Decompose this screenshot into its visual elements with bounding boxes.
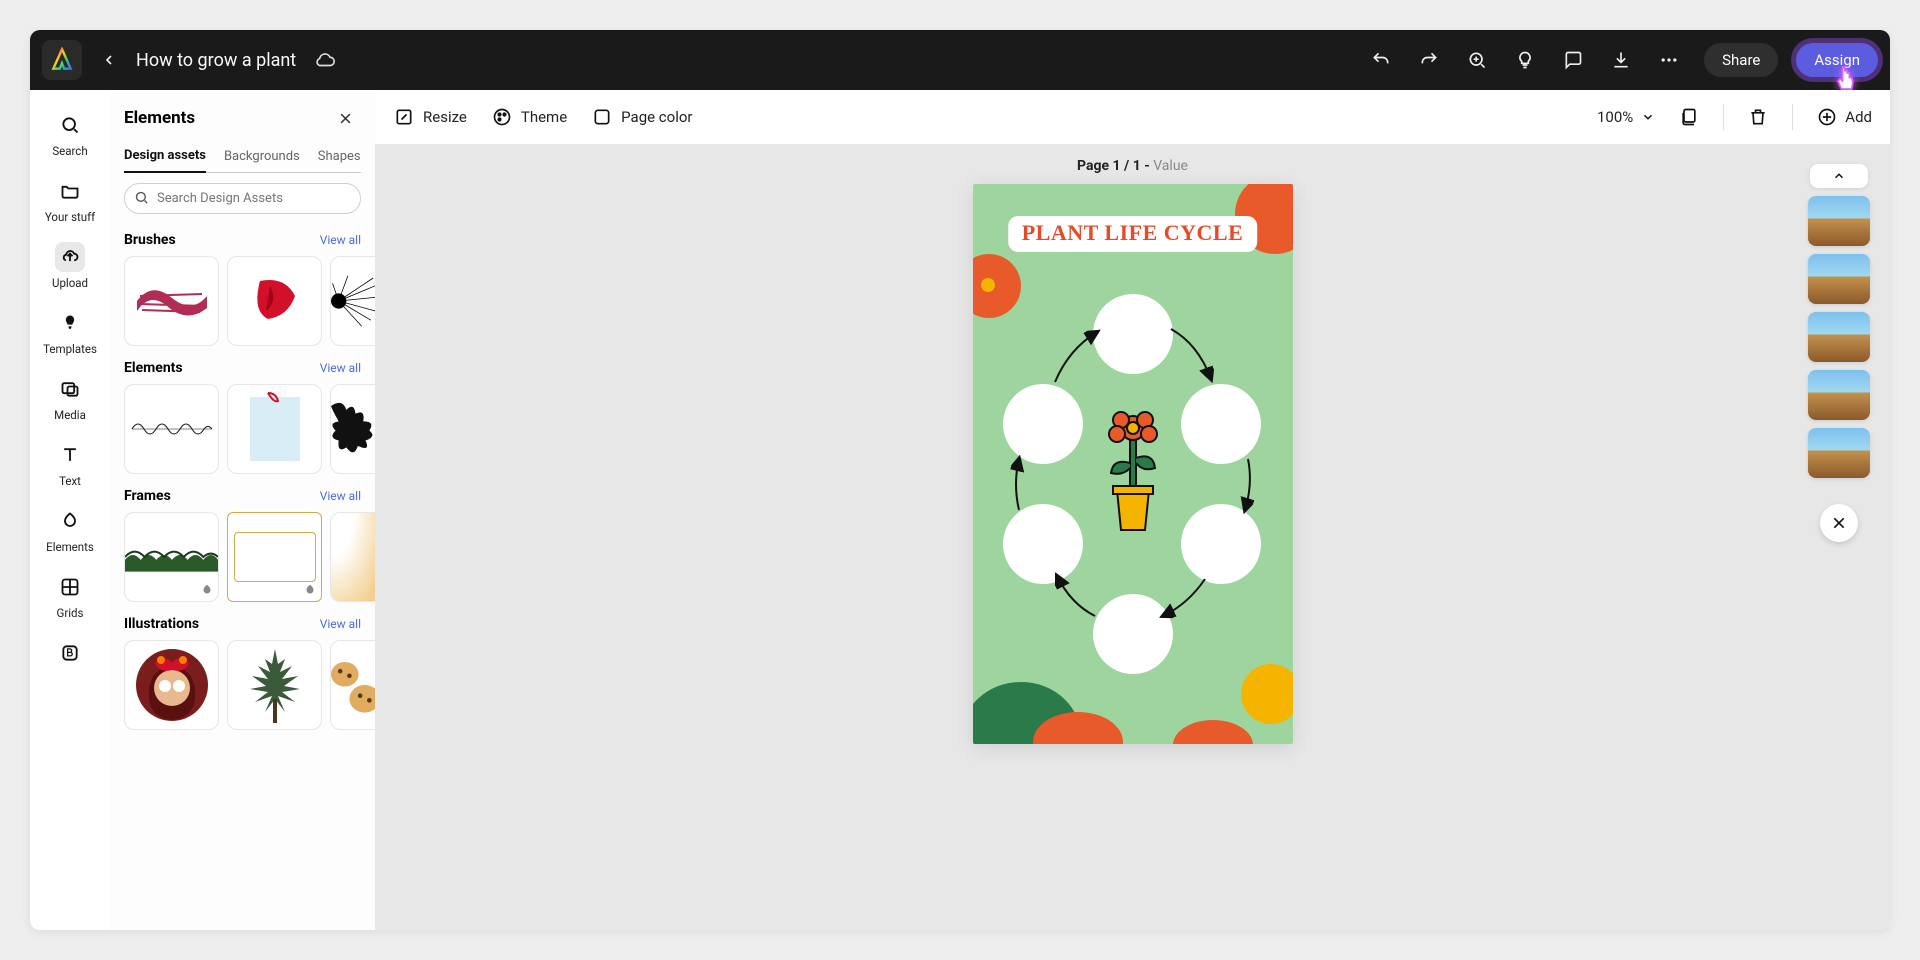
pages-view-button[interactable] xyxy=(1679,107,1699,127)
rail-label: Media xyxy=(54,408,86,422)
tab-backgrounds[interactable]: Backgrounds xyxy=(224,143,300,172)
tab-shapes[interactable]: Shapes xyxy=(318,143,361,172)
panel-title: Elements xyxy=(124,108,195,128)
page-thumbnail[interactable] xyxy=(1808,370,1870,420)
elements-view-all[interactable]: View all xyxy=(320,361,361,375)
rail-label: Search xyxy=(52,144,87,158)
section-illustrations-title: Illustrations xyxy=(124,616,199,632)
cloud-sync-icon xyxy=(314,49,336,71)
undo-button[interactable] xyxy=(1362,41,1400,79)
delete-button[interactable] xyxy=(1748,107,1768,127)
brush-thumb[interactable] xyxy=(330,256,375,346)
rail-grids[interactable]: Grids xyxy=(30,566,110,626)
illustration-thumb[interactable] xyxy=(330,640,375,730)
frame-thumb[interactable] xyxy=(330,512,375,602)
page-thumbnail[interactable] xyxy=(1808,312,1870,362)
rail-elements[interactable]: Elements xyxy=(30,500,110,560)
section-elements-title: Elements xyxy=(124,360,183,376)
element-thumb[interactable] xyxy=(330,384,375,474)
section-frames-title: Frames xyxy=(124,488,171,504)
magic-icon[interactable] xyxy=(1458,41,1496,79)
flower-illustration xyxy=(1103,408,1163,538)
rail-search[interactable]: Search xyxy=(30,104,110,164)
frame-thumb[interactable] xyxy=(124,512,219,602)
filmstrip-collapse-button[interactable] xyxy=(1810,164,1868,188)
resize-tool[interactable]: Resize xyxy=(393,106,467,128)
brush-thumb[interactable] xyxy=(227,256,322,346)
illustration-thumb[interactable] xyxy=(227,640,322,730)
element-thumb[interactable] xyxy=(227,384,322,474)
element-thumb[interactable] xyxy=(124,384,219,474)
rail-templates[interactable]: Templates xyxy=(30,302,110,362)
rail-text[interactable]: Text xyxy=(30,434,110,494)
rail-label: Templates xyxy=(43,342,97,356)
theme-tool[interactable]: Theme xyxy=(491,106,567,128)
rail-label: Text xyxy=(59,474,81,488)
back-button[interactable] xyxy=(92,43,126,77)
brushes-view-all[interactable]: View all xyxy=(320,233,361,247)
document-title[interactable]: How to grow a plant xyxy=(136,50,296,71)
rail-upload[interactable]: Upload xyxy=(30,236,110,296)
rail-label: Elements xyxy=(46,540,94,554)
brush-thumb[interactable] xyxy=(124,256,219,346)
illustrations-view-all[interactable]: View all xyxy=(320,617,361,631)
comment-icon[interactable] xyxy=(1554,41,1592,79)
more-icon[interactable] xyxy=(1650,41,1688,79)
close-panel-button[interactable] xyxy=(331,104,359,132)
rail-brands[interactable] xyxy=(30,632,110,674)
search-design-assets-input[interactable] xyxy=(124,183,361,214)
separator xyxy=(1792,104,1793,130)
redo-button[interactable] xyxy=(1410,41,1448,79)
illustration-thumb[interactable] xyxy=(124,640,219,730)
tab-design-assets[interactable]: Design assets xyxy=(124,142,206,173)
frames-view-all[interactable]: View all xyxy=(320,489,361,503)
page-thumbnail[interactable] xyxy=(1808,428,1870,478)
tips-icon[interactable] xyxy=(1506,41,1544,79)
zoom-dropdown[interactable]: 100% xyxy=(1597,108,1655,126)
app-logo[interactable] xyxy=(42,40,82,80)
rail-label: Upload xyxy=(52,276,88,290)
rail-label: Grids xyxy=(57,606,84,620)
page-thumbnail[interactable] xyxy=(1808,254,1870,304)
canvas-artboard[interactable]: Plant Life Cycle xyxy=(973,184,1293,744)
frame-thumb[interactable] xyxy=(227,512,322,602)
search-icon xyxy=(134,190,149,205)
page-thumbnail[interactable] xyxy=(1808,196,1870,246)
page-color-tool[interactable]: Page color xyxy=(591,106,692,128)
page-indicator: Page 1 / 1 - Value xyxy=(1077,158,1188,174)
assign-button[interactable]: Assign xyxy=(1796,43,1878,77)
rail-your-stuff[interactable]: Your stuff xyxy=(30,170,110,230)
section-brushes-title: Brushes xyxy=(124,232,176,248)
share-button[interactable]: Share xyxy=(1704,43,1778,77)
add-page-button[interactable]: Add xyxy=(1817,107,1872,127)
filmstrip-close-button[interactable] xyxy=(1820,504,1858,542)
rail-label: Your stuff xyxy=(45,210,95,224)
separator xyxy=(1723,104,1724,130)
rail-media[interactable]: Media xyxy=(30,368,110,428)
download-icon[interactable] xyxy=(1602,41,1640,79)
